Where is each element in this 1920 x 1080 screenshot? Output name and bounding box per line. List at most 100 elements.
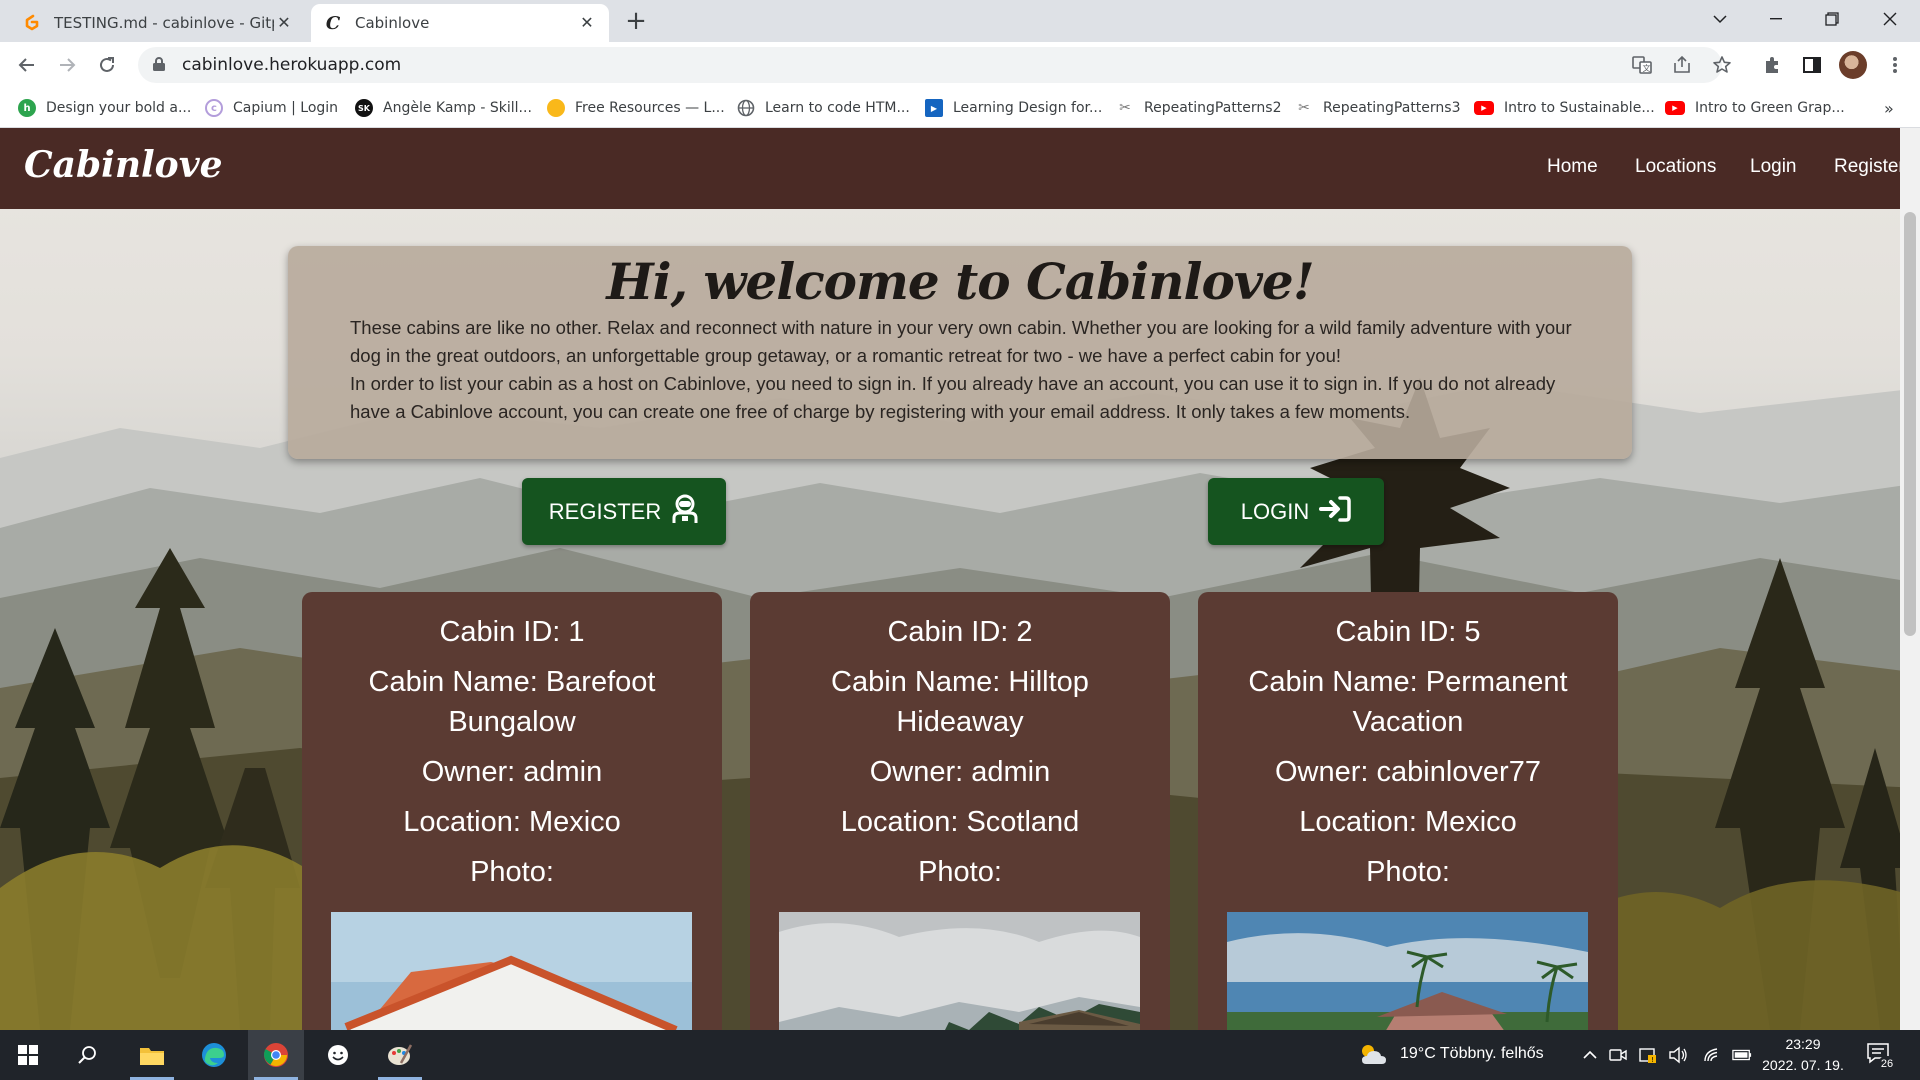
windows-start-icon[interactable] [0,1030,56,1080]
cabin-card[interactable]: Cabin ID: 1 Cabin Name: Barefoot Bungalo… [302,592,722,1030]
lock-icon[interactable] [152,56,170,74]
youtube-icon: ▶ [1474,101,1494,115]
green-h-icon: h [18,99,36,117]
more-bookmarks-icon[interactable]: » [1884,96,1894,120]
minimize-icon[interactable] [1748,0,1804,38]
weather-text[interactable]: 19°C Többny. felhős [1400,1045,1544,1063]
forward-icon[interactable] [52,50,82,80]
cabinlove-favicon-icon: C [325,12,341,34]
weather-cloud-icon[interactable] [1358,1042,1388,1068]
bookmark-item[interactable]: c Capium | Login [205,96,338,120]
clock-time[interactable]: 23:29 [1760,1036,1846,1052]
close-icon[interactable]: ✕ [577,13,597,33]
bookmark-item[interactable]: SK Angèle Kamp - Skill... [355,96,532,120]
notification-center-icon[interactable]: 26 [1866,1042,1896,1072]
cabin-photo-label: Photo: [1366,856,1450,888]
battery-icon[interactable] [1732,1045,1752,1065]
share-icon[interactable] [1667,50,1697,80]
page-scrollbar[interactable] [1900,128,1920,1030]
youtube-icon: ▶ [1665,101,1685,115]
person-icon: ✂ [1298,100,1310,116]
cabin-location: Location: Mexico [403,806,621,838]
bookmark-label: RepeatingPatterns3 [1323,100,1461,116]
tab-gitpod[interactable]: TESTING.md - cabinlove - Gitpod ✕ [10,4,306,42]
reload-icon[interactable] [92,50,122,80]
translate-icon[interactable]: 文 [1627,50,1657,80]
restore-icon[interactable] [1804,0,1860,38]
play-icon: ▶ [925,99,943,117]
notification-count-badge: 26 [1878,1056,1896,1072]
cabin-name: Cabin Name: Barefoot [368,666,656,698]
register-button-label: REGISTER [548,498,662,524]
more-menu-icon[interactable] [1880,50,1910,80]
close-window-icon[interactable] [1862,0,1918,38]
cabin-card[interactable]: Cabin ID: 5 Cabin Name: Permanent Vacati… [1198,592,1618,1030]
bookmark-item[interactable]: Free Resources — L... [547,96,725,120]
cabin-photo-label: Photo: [918,856,1002,888]
bookmark-item[interactable]: ▶ Intro to Sustainable... [1474,96,1655,120]
url-text: cabinlove.herokuapp.com [182,55,402,75]
tab-title: TESTING.md - cabinlove - Gitpod [54,14,274,32]
bookmark-item[interactable]: ▶ Learning Design for... [925,96,1102,120]
clock-date[interactable]: 2022. 07. 19. [1760,1057,1846,1073]
smiley-app-icon[interactable] [310,1030,366,1080]
bookmark-label: Learn to code HTM... [765,100,910,116]
back-icon[interactable] [12,50,42,80]
nav-login[interactable]: Login [1750,156,1797,178]
profile-avatar[interactable] [1839,51,1867,79]
tab-search-icon[interactable] [1692,0,1748,38]
cabin-photo [331,912,692,1030]
new-tab-button[interactable]: + [622,8,650,36]
address-bar[interactable]: cabinlove.herokuapp.com [138,47,1722,83]
edge-browser-icon[interactable] [186,1030,242,1080]
login-button[interactable]: LOGIN [1208,478,1384,545]
network-alert-icon[interactable]: ! [1638,1045,1658,1065]
register-button[interactable]: REGISTER [522,478,726,545]
cabin-name: Cabin Name: Permanent [1248,666,1568,698]
bookmark-label: Capium | Login [233,100,339,116]
side-panel-icon[interactable] [1797,50,1827,80]
browser-toolbar: cabinlove.herokuapp.com 文 [0,42,1920,88]
meet-now-icon[interactable] [1608,1045,1628,1065]
bookmark-label: Free Resources — L... [575,100,725,116]
bookmark-label: Intro to Sustainable... [1504,100,1655,116]
bookmark-item[interactable]: ✂ RepeatingPatterns3 [1295,96,1461,120]
wifi-icon[interactable] [1702,1045,1722,1065]
file-explorer-icon[interactable] [124,1030,180,1080]
bookmark-item[interactable]: ▶ Intro to Green Grap... [1665,96,1845,120]
cabin-card[interactable]: Cabin ID: 2 Cabin Name: Hilltop Hideaway… [750,592,1170,1030]
extensions-icon[interactable] [1757,50,1787,80]
globe-icon [737,99,755,117]
capium-icon: c [205,99,223,117]
sk-icon: SK [355,99,373,117]
bookmark-item[interactable]: h Design your bold a... [18,96,191,120]
cabin-name: Cabin Name: Hilltop [831,666,1089,698]
volume-icon[interactable] [1668,1045,1688,1065]
nav-home[interactable]: Home [1547,156,1598,178]
scrollbar-thumb[interactable] [1904,212,1916,636]
bookmark-label: Design your bold a... [46,100,192,116]
bookmark-item[interactable]: ✂ RepeatingPatterns2 [1116,96,1282,120]
chevron-up-icon[interactable] [1580,1045,1600,1065]
bookmark-label: RepeatingPatterns2 [1144,100,1282,116]
cabin-name-cont: Bungalow [448,706,576,738]
cabin-name-cont: Hideaway [896,706,1024,738]
yellow-dot-icon [547,99,565,117]
chrome-browser-icon[interactable] [248,1030,304,1080]
bookmark-label: Learning Design for... [953,100,1103,116]
close-icon[interactable]: ✕ [274,13,294,33]
bookmark-item[interactable]: Learn to code HTM... [737,96,910,120]
paint-app-icon[interactable] [372,1030,428,1080]
welcome-panel: Hi, welcome to Cabinlove! These cabins a… [288,246,1632,459]
nav-register[interactable]: Register [1834,156,1905,178]
web-page: Cabinlove Home Locations Login Register … [0,128,1920,1030]
site-brand-logo[interactable]: Cabinlove [24,144,223,186]
bookmark-label: Intro to Green Grap... [1695,100,1845,116]
search-icon[interactable] [60,1030,116,1080]
cabin-id: Cabin ID: 2 [887,616,1033,648]
cabin-location: Location: Mexico [1299,806,1517,838]
bookmark-star-icon[interactable] [1707,50,1737,80]
bookmarks-bar: h Design your bold a... c Capium | Login… [0,88,1920,128]
tab-cabinlove[interactable]: C Cabinlove ✕ [311,4,609,42]
nav-locations[interactable]: Locations [1635,156,1716,178]
